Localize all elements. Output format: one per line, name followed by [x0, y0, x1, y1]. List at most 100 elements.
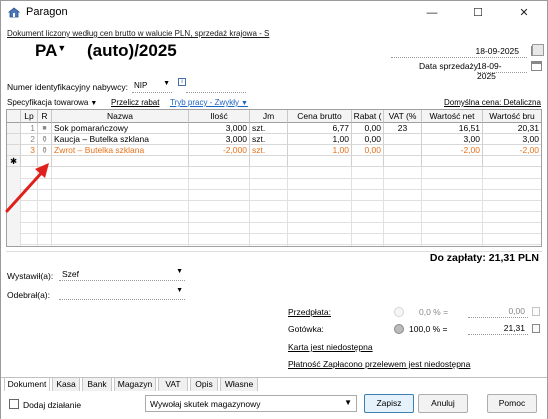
cell-name[interactable]: Kaucja – Butelka szklana — [52, 134, 189, 145]
cell-gross[interactable]: 20,31 — [483, 123, 541, 134]
column-header[interactable]: VAT (% — [384, 110, 422, 123]
buyer-id-label: Numer identyfikacyjny nabywcy: — [7, 82, 128, 92]
cell-discount[interactable]: 0,00 — [352, 123, 384, 134]
sale-date: 18-09-2025 — [477, 61, 502, 81]
sale-date-field[interactable]: 18-09-2025 — [477, 60, 527, 81]
help-button[interactable]: Pomoc — [487, 394, 537, 413]
prepayment-amount: 0,00 — [508, 306, 525, 316]
cell-discount[interactable]: 0,00 — [352, 134, 384, 145]
tab-dokument[interactable]: Dokument — [4, 378, 50, 392]
cell-name[interactable]: Sok pomarańczowy — [52, 123, 189, 134]
chevron-down-icon: ▼ — [239, 100, 248, 107]
tab-bank[interactable]: Bank — [82, 378, 112, 392]
tab-kasa[interactable]: Kasa — [52, 378, 80, 392]
tab-vat[interactable]: VAT — [158, 378, 188, 392]
column-header[interactable]: Rabat ( — [352, 110, 384, 123]
document-description[interactable]: Dokument liczony według cen brutto w wal… — [7, 29, 269, 38]
card-unavailable-link[interactable]: Karta jest niedostępna — [288, 342, 373, 352]
prepayment-radio[interactable] — [394, 307, 404, 317]
buyer-id-type-select[interactable]: NIP ▼ — [132, 80, 172, 93]
document-number[interactable]: (auto)/2025 — [87, 41, 177, 61]
window-title: Paragon — [26, 6, 68, 18]
column-header[interactable]: Nazwa — [52, 110, 189, 123]
bottom-bar: Dodaj działanie Wywołaj skutek magazynow… — [1, 391, 547, 419]
buyer-id-input[interactable] — [186, 80, 246, 93]
add-action-checkbox[interactable] — [9, 399, 19, 409]
cell-qty[interactable]: 3,000 — [189, 134, 250, 145]
document-type: PA — [35, 41, 58, 60]
column-header[interactable]: Ilość — [189, 110, 250, 123]
cell-vat[interactable]: 23 — [384, 123, 422, 134]
chevron-down-icon: ▼ — [57, 43, 67, 53]
cash-percent[interactable]: 100,0 % = — [409, 324, 448, 334]
column-header[interactable]: Jm — [250, 110, 288, 123]
transfer-unavailable-link[interactable]: Płatność Zapłacono przelewem jest niedos… — [288, 359, 470, 369]
row-indicator — [7, 123, 21, 134]
empty-cell[interactable] — [250, 156, 288, 167]
empty-cell[interactable] — [288, 156, 352, 167]
column-header[interactable]: Lp — [21, 110, 38, 123]
cell-gross[interactable]: 3,00 — [483, 134, 541, 145]
grid-empty-area — [7, 167, 541, 246]
prepayment-label[interactable]: Przedpłata: — [288, 307, 331, 317]
buyer-id-type: NIP — [134, 81, 148, 90]
issue-date-field[interactable]: 18-09-2025 — [391, 45, 527, 58]
empty-cell[interactable] — [422, 156, 483, 167]
total-bar: Do zapłaty: 21,31 PLN — [1, 251, 547, 265]
warehouse-action-select[interactable]: Wywołaj skutek magazynowy ▼ — [145, 395, 357, 412]
work-mode-menu[interactable]: Tryb pracy - Zwykły ▼ — [170, 98, 248, 107]
cell-price[interactable]: 6,77 — [288, 123, 352, 134]
calculator-icon[interactable] — [532, 324, 540, 333]
cell-unit[interactable]: szt. — [250, 145, 288, 156]
chevron-down-icon: ▼ — [88, 100, 98, 107]
issued-by-select[interactable]: Szef ▼ — [59, 268, 185, 281]
cancel-button[interactable]: Anuluj — [418, 394, 468, 413]
issue-date: 18-09-2025 — [475, 46, 519, 56]
empty-cell[interactable] — [352, 156, 384, 167]
tab-wlasne[interactable]: Własne — [220, 378, 258, 392]
cell-price[interactable]: 1,00 — [288, 134, 352, 145]
info-icon[interactable]: i — [178, 78, 186, 86]
cash-amount-field[interactable]: 21,31 — [468, 323, 528, 335]
cell-qty[interactable]: -2,000 — [189, 145, 250, 156]
empty-cell[interactable] — [384, 156, 422, 167]
calendar-icon[interactable] — [532, 44, 544, 56]
received-by-label: Odebrał(a): — [7, 290, 50, 300]
minimize-button[interactable]: — — [409, 1, 455, 25]
empty-cell[interactable] — [189, 156, 250, 167]
cell-qty[interactable]: 3,000 — [189, 123, 250, 134]
received-by-select[interactable]: ▼ — [59, 287, 185, 300]
empty-cell[interactable] — [483, 156, 541, 167]
column-header[interactable]: R — [38, 110, 52, 123]
cash-radio[interactable] — [394, 324, 404, 334]
cell-name[interactable]: Zwrot – Butelka szklana — [52, 145, 189, 156]
default-price-link[interactable]: Domyślna cena: Detaliczna — [444, 98, 541, 107]
close-button[interactable]: ✕ — [501, 1, 547, 25]
chevron-down-icon: ▼ — [176, 287, 183, 294]
cell-net[interactable]: 16,51 — [422, 123, 483, 134]
work-mode-label: Tryb pracy - Zwykły — [170, 98, 240, 107]
cell-discount[interactable]: 0,00 — [352, 145, 384, 156]
issued-by-label: Wystawił(a): — [7, 271, 54, 281]
cell-vat[interactable] — [384, 134, 422, 145]
column-header[interactable]: Wartość bru — [483, 110, 541, 123]
column-header[interactable]: Cena brutto — [288, 110, 352, 123]
cell-gross[interactable]: -2,00 — [483, 145, 541, 156]
document-type-selector[interactable]: PA▼ — [35, 41, 66, 61]
save-button[interactable]: Zapisz — [364, 394, 414, 413]
empty-cell[interactable] — [52, 156, 189, 167]
calculator-icon[interactable] — [532, 307, 540, 316]
recalc-discount-link[interactable]: Przelicz rabat — [111, 98, 159, 107]
tab-opis[interactable]: Opis — [190, 378, 218, 392]
tab-magazyn[interactable]: Magazyn — [114, 378, 156, 392]
cell-net[interactable]: -2,00 — [422, 145, 483, 156]
cell-vat[interactable] — [384, 145, 422, 156]
cell-unit[interactable]: szt. — [250, 134, 288, 145]
cell-unit[interactable]: szt. — [250, 123, 288, 134]
cell-price[interactable]: 1,00 — [288, 145, 352, 156]
calendar-icon[interactable] — [531, 61, 542, 71]
spec-menu[interactable]: Specyfikacja towarowa ▼ — [7, 98, 97, 107]
cell-net[interactable]: 3,00 — [422, 134, 483, 145]
column-header[interactable]: Wartość net — [422, 110, 483, 123]
maximize-button[interactable]: ☐ — [455, 1, 501, 25]
